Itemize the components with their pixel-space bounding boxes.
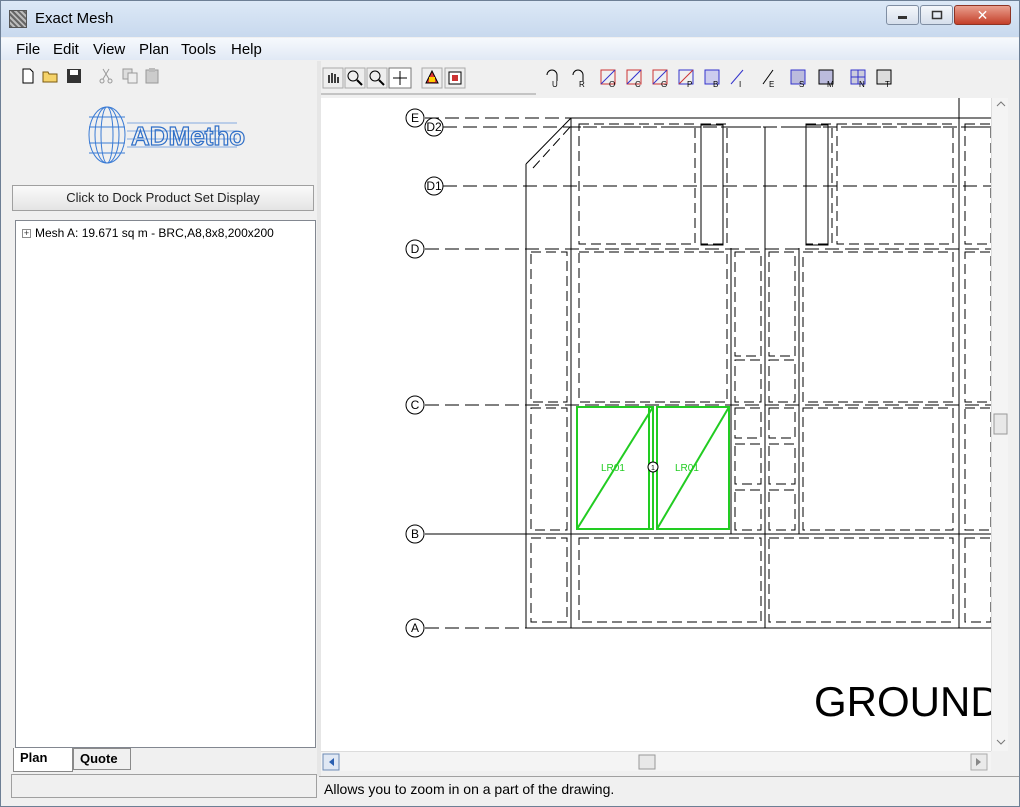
cut-icon[interactable]: [97, 67, 115, 85]
tool-o-icon[interactable]: O: [600, 69, 616, 89]
new-file-icon[interactable]: [19, 67, 37, 85]
tree-item-label: Mesh A: 19.671 sq m - BRC,A8,8x8,200x200: [35, 226, 274, 240]
floor-plan-drawing[interactable]: E D2 D1 D C B A LR01 LR01 1 GROUND: [321, 98, 991, 751]
crosshair-icon[interactable]: [388, 67, 412, 89]
svg-text:I: I: [739, 80, 741, 89]
close-button[interactable]: ✕: [954, 5, 1011, 25]
tool-s-icon[interactable]: S: [790, 69, 806, 89]
save-icon[interactable]: [65, 67, 83, 85]
expand-icon[interactable]: +: [22, 229, 31, 238]
dock-product-set-button[interactable]: Click to Dock Product Set Display: [12, 185, 314, 211]
tool-b-icon[interactable]: B: [704, 69, 720, 89]
zoom-out-icon[interactable]: [366, 67, 388, 89]
menu-file[interactable]: File: [16, 41, 40, 58]
svg-text:C: C: [411, 398, 420, 412]
svg-text:ADMethods: ADMethods: [131, 121, 245, 151]
svg-text:D2: D2: [426, 120, 442, 134]
copy-icon[interactable]: [121, 67, 139, 85]
svg-text:E: E: [769, 80, 774, 89]
zoom-in-icon[interactable]: [344, 67, 366, 89]
svg-text:B: B: [411, 527, 419, 541]
cad-toolbar: U R O C G P B I E S M N T: [321, 65, 1020, 95]
drawing-canvas[interactable]: E D2 D1 D C B A LR01 LR01 1 GROUND: [321, 98, 991, 751]
tab-plan[interactable]: Plan: [13, 748, 73, 772]
tree-item-mesh-a[interactable]: + Mesh A: 19.671 sq m - BRC,A8,8x8,200x20…: [22, 226, 274, 240]
maximize-button[interactable]: [920, 5, 953, 25]
svg-text:C: C: [635, 80, 641, 89]
mesh-label-right: LR01: [675, 463, 699, 474]
menu-bar: File Edit View Plan Tools Help: [1, 38, 1019, 60]
maximize-icon: [931, 10, 942, 20]
svg-text:O: O: [609, 80, 615, 89]
svg-text:1: 1: [651, 465, 655, 472]
tab-quote[interactable]: Quote: [73, 748, 131, 770]
window-title: Exact Mesh: [35, 10, 114, 27]
grid-bubble-d: D: [405, 239, 425, 259]
mesh-node-marker[interactable]: 1: [647, 461, 659, 473]
tool-g-icon[interactable]: G: [652, 69, 668, 89]
svg-text:U: U: [552, 80, 558, 89]
tool-t-icon[interactable]: T: [876, 69, 892, 89]
app-icon: [9, 10, 27, 28]
app-window: Exact Mesh ✕ File Edit View Plan Tools H…: [0, 0, 1020, 807]
tool-e-icon[interactable]: E: [762, 69, 774, 89]
grid-bubble-d1: D1: [424, 176, 444, 196]
minimize-icon: [897, 16, 907, 19]
drawing-title: GROUND: [814, 678, 991, 725]
menu-plan[interactable]: Plan: [139, 41, 169, 58]
product-tree: + Mesh A: 19.671 sq m - BRC,A8,8x8,200x20…: [15, 220, 316, 748]
left-status-panel: [11, 774, 317, 798]
grid-bubble-e: E: [405, 108, 425, 128]
redo-r-icon[interactable]: R: [572, 69, 585, 89]
svg-text:S: S: [799, 80, 804, 89]
horizontal-scroll-thumb: [638, 754, 656, 770]
layer-icon[interactable]: [421, 67, 443, 89]
title-bar[interactable]: Exact Mesh ✕: [1, 1, 1019, 37]
svg-text:A: A: [411, 621, 419, 635]
vertical-scroll-thumb: [993, 413, 1008, 435]
menu-help[interactable]: Help: [231, 41, 262, 58]
horizontal-scrollbar[interactable]: [321, 751, 991, 771]
open-folder-icon[interactable]: [41, 67, 59, 85]
mesh-label-left: LR01: [601, 463, 625, 474]
svg-text:R: R: [579, 80, 585, 89]
svg-text:T: T: [885, 80, 890, 89]
tool-c-icon[interactable]: C: [626, 69, 642, 89]
grid-bubble-a: A: [405, 618, 425, 638]
tool-p-icon[interactable]: P: [678, 69, 694, 89]
tool-m-icon[interactable]: M: [818, 69, 834, 89]
tool-n-icon[interactable]: N: [850, 69, 866, 89]
grid-bubble-d2: D2: [424, 117, 444, 137]
svg-text:B: B: [713, 80, 718, 89]
paste-icon[interactable]: [143, 67, 161, 85]
svg-text:E: E: [411, 111, 419, 125]
svg-text:D1: D1: [426, 179, 442, 193]
menu-tools[interactable]: Tools: [181, 41, 216, 58]
svg-text:M: M: [827, 80, 834, 89]
pan-hand-icon[interactable]: [322, 67, 344, 89]
vertical-scrollbar[interactable]: [991, 98, 1008, 751]
undo-u-icon[interactable]: U: [546, 69, 558, 89]
grid-bubble-b: B: [405, 524, 425, 544]
grid-bubble-c: C: [405, 395, 425, 415]
minimize-button[interactable]: [886, 5, 919, 25]
scroll-down-icon: [996, 739, 1006, 745]
svg-text:G: G: [661, 80, 667, 89]
cadmethods-logo: ADMethods: [88, 106, 245, 164]
svg-text:N: N: [859, 80, 865, 89]
export-icon[interactable]: [444, 67, 466, 89]
svg-text:D: D: [411, 242, 420, 256]
status-bar: Allows you to zoom in on a part of the d…: [319, 776, 1019, 800]
close-icon: ✕: [976, 6, 989, 23]
svg-text:P: P: [687, 80, 692, 89]
scroll-up-icon: [996, 101, 1006, 107]
menu-edit[interactable]: Edit: [53, 41, 79, 58]
tool-i-icon[interactable]: I: [730, 69, 744, 89]
menu-view[interactable]: View: [93, 41, 125, 58]
status-text: Allows you to zoom in on a part of the d…: [324, 781, 615, 797]
